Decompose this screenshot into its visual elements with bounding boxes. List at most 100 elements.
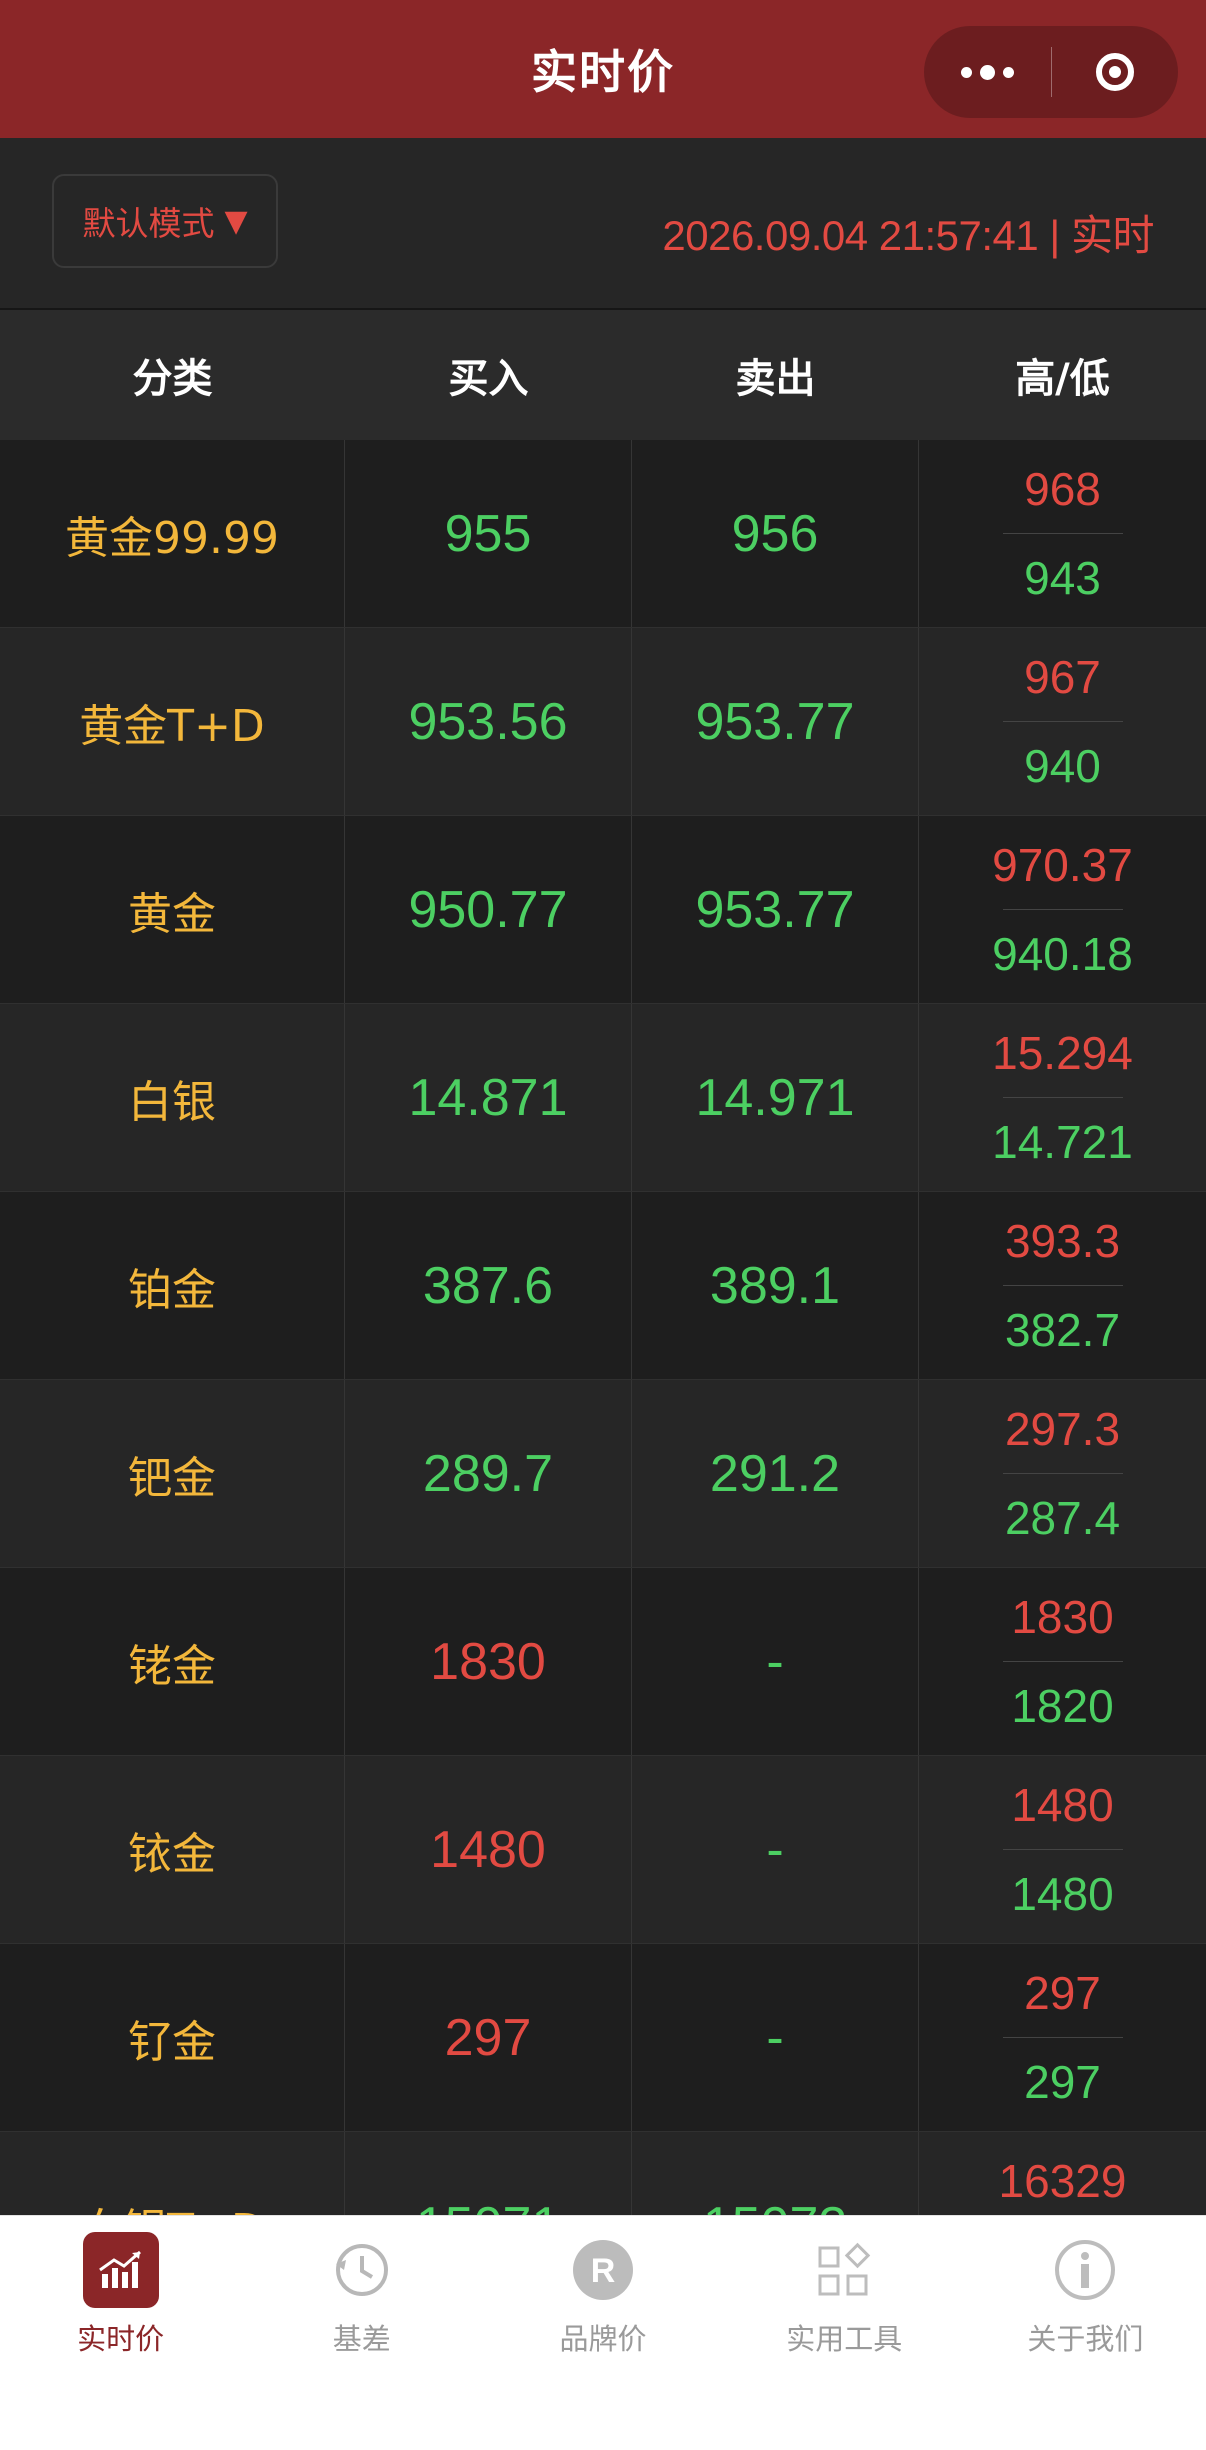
high-low-cell: 968 943	[919, 440, 1206, 627]
low-price: 287.4	[1004, 1492, 1121, 1544]
sell-price: 389.1	[632, 1192, 919, 1379]
high-price: 967	[1024, 651, 1101, 703]
tab-item[interactable]: R 品牌价	[482, 2216, 723, 2450]
tab-item[interactable]: 实时价	[0, 2216, 241, 2450]
svg-text:R: R	[591, 2252, 616, 2290]
product-name: 铑金	[0, 1568, 345, 1755]
high-low-cell: 297.3 287.4	[919, 1380, 1206, 1567]
buy-price: 14.871	[345, 1004, 632, 1191]
buy-price: 289.7	[345, 1380, 632, 1567]
sell-price: 953.77	[632, 628, 919, 815]
table-row[interactable]: 黄金99.99 955 956 968 943	[0, 440, 1206, 628]
buy-price: 955	[345, 440, 632, 627]
header-category: 分类	[132, 356, 213, 402]
timestamp: 2026.09.04 21:57:41 | 实时	[662, 212, 1154, 259]
product-name: 黄金T+D	[0, 628, 345, 815]
header-high-low: 高/低	[1015, 356, 1110, 402]
high-price: 968	[1024, 463, 1101, 515]
tab-label: 实时价	[77, 2322, 165, 2356]
target-icon	[1095, 53, 1134, 91]
high-price: 16329	[998, 2155, 1127, 2207]
more-dots-icon	[960, 64, 1014, 80]
high-low-cell: 297 297	[919, 1944, 1206, 2131]
header-buy: 买入	[448, 356, 529, 402]
grid-icon	[806, 2232, 882, 2308]
buy-price: 15071	[345, 2132, 632, 2215]
chart-icon	[82, 2232, 159, 2308]
tab-label: 品牌价	[559, 2322, 647, 2356]
low-price: 297	[1024, 2056, 1101, 2108]
high-low-cell: 967 940	[919, 628, 1206, 815]
tab-item[interactable]: 基差	[241, 2216, 482, 2450]
price-table: 黄金99.99 955 956 968 943 黄金T+D 953.56 953.77 967 9…	[0, 440, 1206, 2215]
high-low-cell: 393.3 382.7	[919, 1192, 1206, 1379]
product-name: 白银	[0, 1004, 345, 1191]
sell-price: -	[632, 1944, 919, 2131]
sell-price: -	[632, 1756, 919, 1943]
high-price: 297.3	[1004, 1403, 1121, 1455]
tab-label: 实用工具	[786, 2322, 903, 2356]
product-name: 黄金99.99	[0, 440, 345, 627]
header-sell: 卖出	[735, 356, 816, 402]
tab-label: 基差	[332, 2322, 391, 2356]
buy-price: 1480	[345, 1756, 632, 1943]
sell-price: 956	[632, 440, 919, 627]
high-price: 1480	[1011, 1779, 1114, 1831]
high-low-cell: 1480 1480	[919, 1756, 1206, 1943]
table-row[interactable]: 白银 14.871 14.971 15.294 14.721	[0, 1004, 1206, 1192]
tab-bar: 实时价 基差 R 品牌价 实用工具 关于我们	[0, 2215, 1206, 2450]
table-row[interactable]: 钯金 289.7 291.2 297.3 287.4	[0, 1380, 1206, 1568]
low-price: 1820	[1011, 1680, 1114, 1732]
product-name: 铂金	[0, 1192, 345, 1379]
sell-price: 15073	[632, 2132, 919, 2215]
high-low-cell: 1830 1820	[919, 1568, 1206, 1755]
table-header: 分类 买入 卖出 高/低	[0, 310, 1206, 440]
table-row[interactable]: 铑金 1830-1830 1820	[0, 1568, 1206, 1756]
table-row[interactable]: 黄金 950.77 953.77 970.37 940.18	[0, 816, 1206, 1004]
sell-price: 291.2	[632, 1380, 919, 1567]
buy-price: 950.77	[345, 816, 632, 1003]
sell-price: -	[632, 1568, 919, 1755]
table-row[interactable]: 钌金 297-297 297	[0, 1944, 1206, 2132]
low-price: 382.7	[1004, 1304, 1121, 1356]
info-icon	[1047, 2232, 1123, 2308]
low-price: 940	[1024, 740, 1101, 792]
tab-item[interactable]: 关于我们	[965, 2216, 1206, 2450]
high-price: 297	[1024, 1967, 1101, 2019]
buy-price: 297	[345, 1944, 632, 2131]
tab-item[interactable]: 实用工具	[724, 2216, 965, 2450]
close-miniprogram-button[interactable]	[1052, 26, 1179, 118]
more-button[interactable]	[924, 26, 1051, 118]
table-row[interactable]: 铱金 1480-1480 1480	[0, 1756, 1206, 1944]
low-price: 1480	[1011, 1868, 1114, 1920]
table-row[interactable]: 铂金 387.6 389.1 393.3 382.7	[0, 1192, 1206, 1380]
sell-price: 953.77	[632, 816, 919, 1003]
clock-icon	[324, 2232, 400, 2308]
low-price: 14.721	[992, 1116, 1133, 1168]
page-title: 实时价	[531, 45, 675, 99]
sell-price: 14.971	[632, 1004, 919, 1191]
buy-price: 953.56	[345, 628, 632, 815]
table-row[interactable]: 黄金T+D 953.56 953.77 967 940	[0, 628, 1206, 816]
buy-price: 387.6	[345, 1192, 632, 1379]
high-price: 970.37	[992, 839, 1133, 891]
high-price: 1830	[1011, 1591, 1114, 1643]
high-price: 15.294	[992, 1027, 1133, 1079]
product-name: 钌金	[0, 1944, 345, 2131]
high-low-cell: 970.37 940.18	[919, 816, 1206, 1003]
tab-label: 关于我们	[1027, 2322, 1144, 2356]
low-price: 940.18	[992, 928, 1133, 980]
high-low-cell: 15.294 14.721	[919, 1004, 1206, 1191]
product-name: 白银T+D	[0, 2132, 345, 2215]
mode-label: 默认模式	[82, 204, 215, 243]
high-price: 393.3	[1004, 1215, 1121, 1267]
product-name: 黄金	[0, 816, 345, 1003]
product-name: 铱金	[0, 1756, 345, 1943]
triangle-down-icon: ▼	[224, 203, 248, 239]
product-name: 钯金	[0, 1380, 345, 1567]
nav-bar: 实时价	[0, 0, 1206, 138]
table-row[interactable]: 白银T+D1507115073 16329	[0, 2132, 1206, 2215]
miniprogram-capsule	[924, 26, 1178, 118]
buy-price: 1830	[345, 1568, 632, 1755]
mode-select-button[interactable]: 默认模式 ▼	[52, 174, 278, 268]
